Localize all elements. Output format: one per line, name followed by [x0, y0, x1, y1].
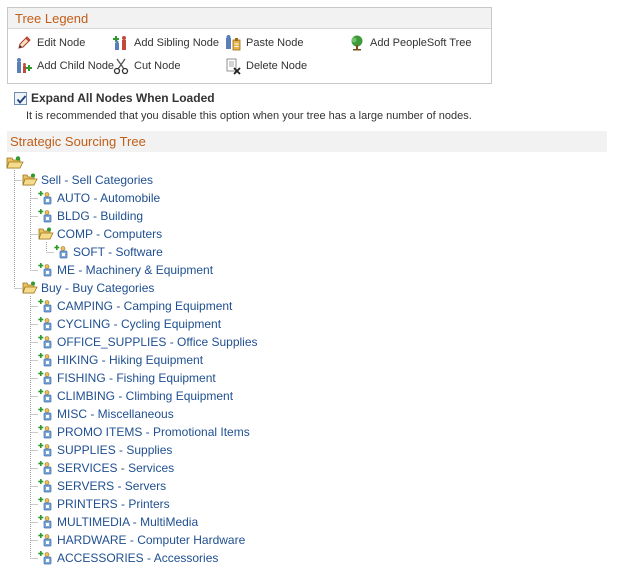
tree-leaf-node[interactable]: PROMO ITEMS - Promotional Items	[38, 423, 250, 441]
open-folder-icon[interactable]	[22, 172, 38, 188]
leaf-node-icon[interactable]	[38, 406, 54, 422]
scissors-icon	[112, 57, 130, 75]
tree-leaf-node[interactable]: SUPPLIES - Supplies	[38, 441, 172, 459]
leaf-node-icon[interactable]	[38, 334, 54, 350]
tree-node-label[interactable]: ME - Machinery & Equipment	[57, 263, 213, 277]
legend-label: Add Child Node	[37, 60, 115, 72]
root-folder-icon[interactable]	[6, 155, 24, 171]
tree-node-label[interactable]: AUTO - Automobile	[57, 191, 160, 205]
leaf-node-icon[interactable]	[38, 208, 54, 224]
expand-all-option[interactable]: Expand All Nodes When Loaded	[14, 90, 215, 106]
tree-leaf-node[interactable]: SERVICES - Services	[38, 459, 174, 477]
tree-leaf-node[interactable]: CAMPING - Camping Equipment	[38, 297, 232, 315]
expand-all-checkbox[interactable]	[14, 91, 27, 105]
legend-title: Tree Legend	[8, 8, 491, 29]
tree-leaf-node[interactable]: OFFICE_SUPPLIES - Office Supplies	[38, 333, 258, 351]
tree-leaf-node[interactable]: AUTO - Automobile	[38, 189, 160, 207]
tree-leaf-node[interactable]: BLDG - Building	[38, 207, 143, 225]
tree-view: Sell - Sell Categories AUTO - Automobile B…	[0, 0, 628, 573]
tree-leaf-node[interactable]: CYCLING - Cycling Equipment	[38, 315, 221, 333]
tree-title: Strategic Sourcing Tree	[7, 131, 607, 152]
leaf-node-icon[interactable]	[38, 388, 54, 404]
tree-leaf-node[interactable]: CLIMBING - Climbing Equipment	[38, 387, 233, 405]
tree-node-label[interactable]: CLIMBING - Climbing Equipment	[57, 389, 233, 403]
tree-node-label[interactable]: Sell - Sell Categories	[41, 173, 153, 187]
legend-edit-node: Edit Node	[15, 34, 85, 52]
leaf-node-icon[interactable]	[38, 352, 54, 368]
leaf-node-icon[interactable]	[38, 550, 54, 566]
tree-leaf-node[interactable]: FISHING - Fishing Equipment	[38, 369, 216, 387]
leaf-node-icon[interactable]	[38, 442, 54, 458]
tree-folder-node[interactable]: Buy - Buy Categories	[22, 279, 154, 297]
tree-node-label[interactable]: CYCLING - Cycling Equipment	[57, 317, 221, 331]
open-folder-icon[interactable]	[38, 226, 54, 242]
delete-icon	[224, 57, 242, 75]
legend-label: Delete Node	[246, 60, 308, 72]
legend-label: Edit Node	[37, 37, 86, 49]
tree-node-label[interactable]: CAMPING - Camping Equipment	[57, 299, 232, 313]
leaf-node-icon[interactable]	[38, 514, 54, 530]
tree-leaf-node[interactable]: PRINTERS - Printers	[38, 495, 170, 513]
legend-add-sibling: Add Sibling Node	[112, 34, 219, 52]
add-sibling-icon	[112, 34, 130, 52]
leaf-node-icon[interactable]	[38, 370, 54, 386]
tree-node-label[interactable]: SERVERS - Servers	[57, 479, 166, 493]
tree-node-label[interactable]: FISHING - Fishing Equipment	[57, 371, 216, 385]
tree-leaf-node[interactable]: HARDWARE - Computer Hardware	[38, 531, 245, 549]
tree-leaf-node[interactable]: ME - Machinery & Equipment	[38, 261, 213, 279]
tree-node-label[interactable]: SUPPLIES - Supplies	[57, 443, 172, 457]
tree-legend: Tree Legend Edit Node Add Sibling Node P…	[7, 7, 492, 84]
tree-leaf-node[interactable]: HIKING - Hiking Equipment	[38, 351, 203, 369]
tree-node-label[interactable]: PRINTERS - Printers	[57, 497, 170, 511]
pencil-icon	[15, 34, 33, 52]
leaf-node-icon[interactable]	[38, 298, 54, 314]
leaf-node-icon[interactable]	[38, 262, 54, 278]
tree-node-label[interactable]: Buy - Buy Categories	[41, 281, 154, 295]
tree-node-label[interactable]: SOFT - Software	[73, 245, 163, 259]
tree-folder-node[interactable]: Sell - Sell Categories	[22, 171, 153, 189]
tree-node-label[interactable]: MISC - Miscellaneous	[57, 407, 174, 421]
tree-leaf-node[interactable]: MISC - Miscellaneous	[38, 405, 174, 423]
legend-add-ps-tree: Add PeopleSoft Tree	[348, 34, 472, 52]
legend-label: Cut Node	[134, 60, 181, 72]
leaf-node-icon[interactable]	[38, 532, 54, 548]
legend-label: Add Sibling Node	[134, 37, 220, 49]
legend-add-child: Add Child Node	[15, 57, 114, 75]
legend-delete-node: Delete Node	[224, 57, 307, 75]
leaf-node-icon[interactable]	[38, 424, 54, 440]
tree-icon	[348, 34, 366, 52]
tree-node-label[interactable]: HARDWARE - Computer Hardware	[57, 533, 245, 547]
legend-label: Add PeopleSoft Tree	[370, 37, 472, 49]
leaf-node-icon[interactable]	[54, 244, 70, 260]
leaf-node-icon[interactable]	[38, 316, 54, 332]
legend-paste-node: Paste Node	[224, 34, 303, 52]
tree-leaf-node[interactable]: SERVERS - Servers	[38, 477, 166, 495]
legend-cut-node: Cut Node	[112, 57, 180, 75]
expand-hint: It is recommended that you disable this …	[26, 110, 472, 122]
tree-node-label[interactable]: HIKING - Hiking Equipment	[57, 353, 203, 367]
tree-leaf-node[interactable]: MULTIMEDIA - MultiMedia	[38, 513, 198, 531]
tree-node-label[interactable]: SERVICES - Services	[57, 461, 174, 475]
leaf-node-icon[interactable]	[38, 496, 54, 512]
tree-leaf-node[interactable]: SOFT - Software	[54, 243, 163, 261]
tree-node-label[interactable]: BLDG - Building	[57, 209, 143, 223]
tree-node-label[interactable]: MULTIMEDIA - MultiMedia	[57, 515, 198, 529]
leaf-node-icon[interactable]	[38, 478, 54, 494]
tree-node-label[interactable]: ACCESSORIES - Accessories	[57, 551, 218, 565]
open-folder-icon[interactable]	[22, 280, 38, 296]
tree-node-label[interactable]: OFFICE_SUPPLIES - Office Supplies	[57, 335, 258, 349]
leaf-node-icon[interactable]	[38, 190, 54, 206]
legend-label: Paste Node	[246, 37, 304, 49]
tree-leaf-node[interactable]: ACCESSORIES - Accessories	[38, 549, 218, 567]
tree-folder-node[interactable]: COMP - Computers	[38, 225, 162, 243]
add-child-icon	[15, 57, 33, 75]
tree-node-label[interactable]: PROMO ITEMS - Promotional Items	[57, 425, 250, 439]
expand-all-label: Expand All Nodes When Loaded	[31, 91, 215, 105]
leaf-node-icon[interactable]	[38, 460, 54, 476]
paste-icon	[224, 34, 242, 52]
tree-node-label[interactable]: COMP - Computers	[57, 227, 162, 241]
